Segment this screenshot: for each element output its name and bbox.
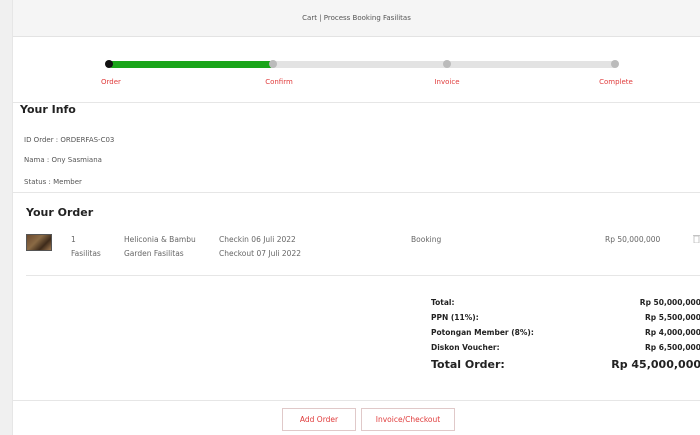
step-label-invoice: Invoice: [434, 78, 460, 86]
grand-total-label: Total Order:: [431, 357, 505, 371]
your-info-heading: Your Info: [20, 103, 76, 116]
stepper-progress-fill: [109, 61, 273, 68]
item-name-line2: Garden Fasilitas: [124, 249, 184, 258]
item-name-line1: Heliconia & Bambu: [124, 235, 196, 244]
page-title: Cart | Process Booking Fasilitas: [302, 14, 411, 22]
voucher-discount-row: Diskon Voucher: Rp 6,500,000: [431, 340, 700, 355]
step-dot-confirm: [269, 60, 277, 68]
member-status-text: Status : Member: [24, 178, 82, 186]
grand-total-value: Rp 45,000,000: [611, 357, 700, 371]
total-value: Rp 50,000,000: [639, 298, 700, 307]
page-header: Cart | Process Booking Fasilitas: [13, 0, 700, 37]
ppn-label: PPN (11%):: [431, 313, 479, 322]
facility-thumbnail: [26, 234, 52, 251]
add-order-button[interactable]: Add Order: [282, 408, 356, 431]
item-type: Booking: [411, 235, 442, 244]
item-checkin: Checkin 06 Juli 2022: [219, 235, 296, 244]
order-divider: [26, 275, 700, 276]
order-item-row: 1 Fasilitas Heliconia & Bambu Garden Fas…: [13, 232, 700, 264]
trash-icon-svg: [693, 235, 700, 244]
grand-total-row: Total Order: Rp 45,000,000: [431, 355, 700, 373]
item-price: Rp 50,000,000: [605, 235, 661, 244]
total-row: Total: Rp 50,000,000: [431, 295, 700, 310]
member-discount-value: Rp 4,000,000: [645, 328, 700, 337]
action-footer: Add Order Invoice/Checkout: [13, 400, 700, 435]
ppn-value: Rp 5,500,000: [645, 313, 700, 322]
invoice-checkout-button[interactable]: Invoice/Checkout: [361, 408, 455, 431]
voucher-discount-value: Rp 6,500,000: [645, 343, 700, 352]
booking-card: Cart | Process Booking Fasilitas Order C…: [12, 0, 700, 435]
item-qty: 1: [71, 235, 76, 244]
item-unit: Fasilitas: [71, 249, 101, 258]
your-order-heading: Your Order: [26, 206, 94, 219]
order-id-text: ID Order : ORDERFAS-C03: [24, 136, 115, 144]
voucher-discount-label: Diskon Voucher:: [431, 343, 500, 352]
step-dot-order: [105, 60, 113, 68]
step-label-confirm: Confirm: [265, 78, 293, 86]
member-discount-row: Potongan Member (8%): Rp 4,000,000: [431, 325, 700, 340]
totals-summary: Total: Rp 50,000,000 PPN (11%): Rp 5,500…: [431, 295, 700, 373]
trash-icon[interactable]: [693, 234, 700, 244]
step-label-complete: Complete: [599, 78, 633, 86]
member-discount-label: Potongan Member (8%):: [431, 328, 534, 337]
total-label: Total:: [431, 298, 455, 307]
item-checkout: Checkout 07 Juli 2022: [219, 249, 302, 258]
ppn-row: PPN (11%): Rp 5,500,000: [431, 310, 700, 325]
section-divider: [13, 192, 700, 193]
step-label-order: Order: [101, 78, 121, 86]
progress-stepper: Order Confirm Invoice Complete: [13, 37, 700, 103]
step-dot-invoice: [443, 60, 451, 68]
customer-name-text: Nama : Ony Sasmiana: [24, 156, 102, 164]
step-dot-complete: [611, 60, 619, 68]
